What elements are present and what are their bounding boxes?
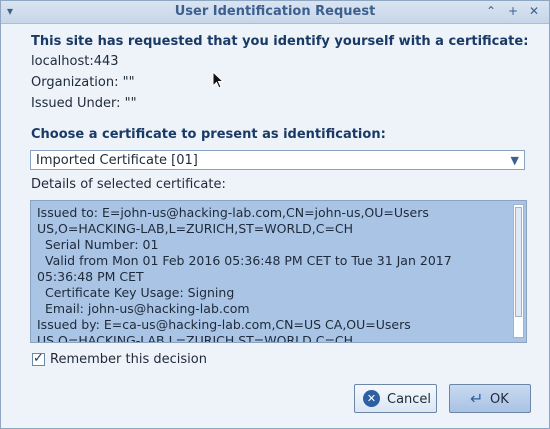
window-title: User Identification Request <box>174 4 376 19</box>
dropdown-arrow-icon[interactable]: ▼ <box>511 154 519 167</box>
ok-button[interactable]: ↵ OK <box>449 384 531 413</box>
choose-heading: Choose a certificate to present as ident… <box>31 127 386 142</box>
certificate-select[interactable]: Imported Certificate [01] ▼ <box>30 150 525 170</box>
organization-text: Organization: "" <box>31 75 135 90</box>
enter-icon: ↵ <box>470 389 484 408</box>
details-line: Issued to: E=john-us@hacking-lab.com,CN=… <box>37 205 429 220</box>
title-bar[interactable]: ▾ User Identification Request ⌃ + ✕ <box>1 1 549 24</box>
details-line: Issued by: E=ca-us@hacking-lab.com,CN=US… <box>37 317 411 332</box>
details-line: Valid from Mon 01 Feb 2016 05:36:48 PM C… <box>45 253 452 268</box>
checkmark-icon: ✓ <box>33 351 44 366</box>
cancel-button-label: Cancel <box>387 392 432 407</box>
scrollbar-thumb[interactable] <box>515 207 522 317</box>
details-line: Email: john-us@hacking-lab.com <box>45 301 250 316</box>
certificate-details-box[interactable]: Issued to: E=john-us@hacking-lab.com,CN=… <box>30 200 527 343</box>
issued-under-text: Issued Under: "" <box>31 96 137 111</box>
cancel-icon: ✕ <box>363 390 380 407</box>
details-line: 05:36:48 PM CET <box>37 269 144 284</box>
certificate-details-text: Issued to: E=john-us@hacking-lab.com,CN=… <box>37 205 508 343</box>
remember-checkbox[interactable]: ✓ <box>32 351 45 366</box>
maximize-icon[interactable]: + <box>508 4 518 18</box>
remember-label[interactable]: Remember this decision <box>50 352 207 367</box>
certificate-select-value: Imported Certificate [01] <box>36 153 198 168</box>
ok-button-label: OK <box>490 392 509 407</box>
details-scrollbar[interactable] <box>513 204 524 338</box>
close-icon[interactable]: ✕ <box>529 4 539 18</box>
request-heading: This site has requested that you identif… <box>31 34 529 49</box>
details-line: Certificate Key Usage: Signing <box>45 285 235 300</box>
details-label: Details of selected certificate: <box>31 177 226 192</box>
chevron-up-icon[interactable]: ⌃ <box>486 4 496 18</box>
details-line: US,O=HACKING-LAB,L=ZURICH,ST=WORLD,C=CH <box>37 333 354 343</box>
details-line: Serial Number: 01 <box>45 237 159 252</box>
details-line: US,O=HACKING-LAB,L=ZURICH,ST=WORLD,C=CH <box>37 221 354 236</box>
mouse-cursor-icon <box>212 71 224 89</box>
host-text: localhost:443 <box>31 54 119 69</box>
cancel-button[interactable]: ✕ Cancel <box>354 384 437 413</box>
